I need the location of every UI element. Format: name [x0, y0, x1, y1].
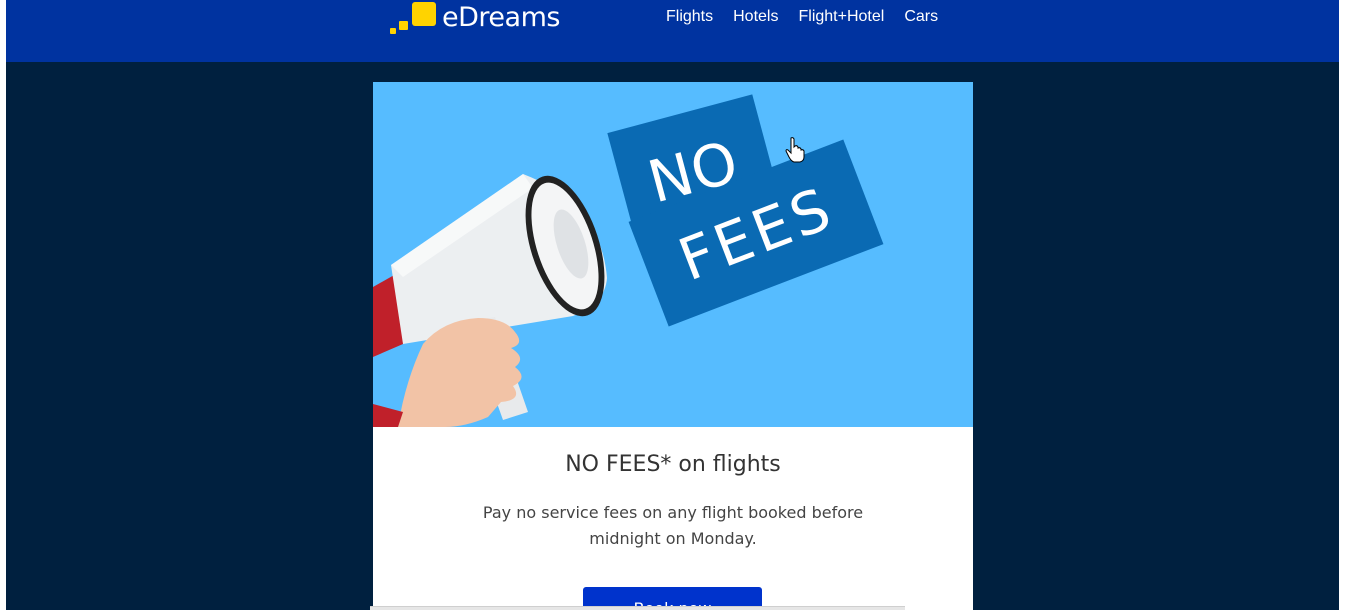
horizontal-scrollbar[interactable] [370, 606, 905, 610]
nav-link-hotels[interactable]: Hotels [733, 8, 778, 26]
hand-pointer-cursor-icon [785, 137, 805, 163]
promo-body: Pay no service fees on any flight booked… [482, 503, 864, 548]
logo-squares-icon [390, 0, 438, 36]
no-fees-sign: NO FEES [607, 94, 884, 327]
brand-name: eDreams [442, 2, 560, 33]
main-nav: Flights Hotels Flight+Hotel Cars [666, 8, 938, 26]
nav-link-flights[interactable]: Flights [666, 8, 713, 26]
email-page: eDreams Flights Hotels Flight+Hotel Cars… [6, 0, 1339, 610]
header-bar: eDreams Flights Hotels Flight+Hotel Cars [6, 0, 1339, 62]
nav-link-cars[interactable]: Cars [904, 8, 938, 26]
promo-headline: NO FEES* on flights [565, 452, 781, 477]
nav-link-flight-hotel[interactable]: Flight+Hotel [798, 8, 884, 26]
hero-image[interactable]: NO FEES [373, 82, 973, 427]
promo-card: NO FEES NO FEES* on flights Pay no servi… [373, 82, 973, 610]
megaphone-illustration: NO FEES [373, 94, 884, 427]
edreams-logo[interactable]: eDreams [390, 0, 560, 36]
